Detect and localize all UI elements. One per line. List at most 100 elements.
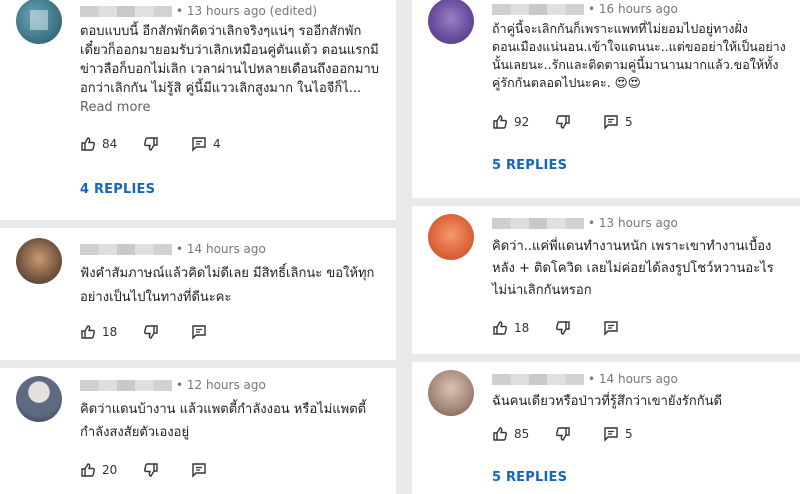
comment-meta: • 13 hours ago (edited) [80,4,317,18]
comment-body: ถ้าคู่นี้จะเลิกกันก็เพราะแพทที่ไม่ยอมไปอ… [492,21,786,90]
thumbs-down-icon [556,115,570,129]
thumbs-up-icon [81,137,96,151]
like-button[interactable]: 20 [80,462,117,478]
reply-button[interactable] [603,320,625,336]
comment-text: คิดว่า..แค่พี่แดนทำงานหนัก เพราะเขาทำงาน… [492,236,786,302]
view-replies-button[interactable]: 5 REPLIES [492,158,567,173]
comment-text: ตอบแบบนี้ อีกสักพักคิดว่าเลิกจริงๆแน่ๆ ร… [80,22,382,117]
avatar[interactable] [16,0,62,44]
dislike-button[interactable] [555,320,577,336]
divider [412,354,800,362]
like-count: 20 [102,463,118,477]
comment-meta: • 12 hours ago [80,378,266,392]
author-name-blurred[interactable] [492,374,584,385]
thumbs-down-icon [144,325,158,339]
dislike-button[interactable] [143,462,165,478]
reply-count: 5 [624,427,633,441]
avatar[interactable] [16,238,62,284]
comment-meta: • 14 hours ago [80,242,266,256]
comment: • 13 hours ago (edited) ตอบแบบนี้ อีกสัก… [0,0,396,220]
author-name-blurred[interactable] [492,218,584,229]
view-replies-button[interactable]: 5 REPLIES [492,470,567,485]
comment: • 13 hours ago คิดว่า..แค่พี่แดนทำงานหนั… [412,206,800,354]
thumbs-up-icon [493,427,508,441]
divider [412,198,800,206]
like-count: 18 [102,325,118,339]
author-name-blurred[interactable] [80,380,172,391]
like-button[interactable]: 84 [80,136,117,152]
comment-text: ฉันคนเดียวหรือป่าวที่รู้สึกว่าเขายังรักก… [492,392,786,411]
timestamp: • 13 hours ago (edited) [176,4,318,18]
comment-text: คิดว่าแดนบ้างาน แล้วแพตตี้กำลังงอน หรือไ… [80,398,382,444]
reply-button[interactable] [191,462,213,478]
timestamp: • 13 hours ago [588,216,678,230]
comments-column-left: • 13 hours ago (edited) ตอบแบบนี้ อีกสัก… [0,0,396,494]
like-count: 84 [102,137,118,151]
comment-meta: • 16 hours ago [492,2,678,16]
reply-count: 4 [212,137,221,151]
comment: • 14 hours ago ฉันคนเดียวหรือป่าวที่รู้ส… [412,362,800,494]
comment-icon [192,325,206,340]
avatar[interactable] [16,376,62,422]
thumbs-down-icon [556,427,570,441]
comment-actions: 84 4 [80,136,243,155]
like-button[interactable]: 92 [492,114,529,130]
like-button[interactable]: 18 [80,324,117,340]
avatar[interactable] [428,370,474,416]
reply-count: 5 [624,115,633,129]
view-replies-button[interactable]: 4 REPLIES [80,182,155,197]
thumbs-down-icon [556,321,570,335]
divider [0,360,396,368]
timestamp: • 16 hours ago [588,2,678,16]
comment-text: ถ้าคู่นี้จะเลิกกันก็เพราะแพทที่ไม่ยอมไปอ… [492,20,786,92]
dislike-button[interactable] [555,426,577,442]
comment-meta: • 13 hours ago [492,216,678,230]
timestamp: • 14 hours ago [588,372,678,386]
avatar[interactable] [428,214,474,260]
comment: • 12 hours ago คิดว่าแดนบ้างาน แล้วแพตตี… [0,368,396,494]
comment-text: ฟังคำสัมภาษณ์แล้วคิดไม่ดีเลย มีสิทธิ์เลิ… [80,262,382,310]
thumbs-up-icon [493,321,508,335]
comment: • 14 hours ago ฟังคำสัมภาษณ์แล้วคิดไม่ดี… [0,228,396,360]
dislike-button[interactable] [143,136,165,152]
comment-actions: 85 5 [492,426,655,445]
author-name-blurred[interactable] [492,4,584,15]
like-count: 18 [514,321,530,335]
comment-body: คิดว่า..แค่พี่แดนทำงานหนัก เพราะเขาทำงาน… [492,239,774,298]
comment-body: ตอบแบบนี้ อีกสักพักคิดว่าเลิกจริงๆแน่ๆ ร… [80,24,380,96]
timestamp: • 12 hours ago [176,378,266,392]
like-button[interactable]: 85 [492,426,529,442]
author-name-blurred[interactable] [80,6,172,17]
thumbs-up-icon [81,463,96,477]
timestamp: • 14 hours ago [176,242,266,256]
thumbs-down-icon [144,137,158,151]
comment-actions: 18 [80,324,235,343]
author-name-blurred[interactable] [80,244,172,255]
comment-icon [192,463,206,478]
thumbs-up-icon [493,115,508,129]
like-count: 92 [514,115,530,129]
comment-icon [192,137,206,152]
like-count: 85 [514,427,530,441]
comment-body: ฉันคนเดียวหรือป่าวที่รู้สึกว่าเขายังรักก… [492,394,722,409]
comment-icon [604,427,618,442]
comment-actions: 92 5 [492,114,655,133]
reply-button[interactable]: 4 [191,136,221,152]
reply-button[interactable]: 5 [603,426,633,442]
dislike-button[interactable] [143,324,165,340]
comment-body: ฟังคำสัมภาษณ์แล้วคิดไม่ดีเลย มีสิทธิ์เลิ… [80,266,375,305]
read-more-link[interactable]: Read more [80,100,150,115]
like-button[interactable]: 18 [492,320,529,336]
comment-icon [604,321,618,336]
divider [0,220,396,228]
dislike-button[interactable] [555,114,577,130]
comment-body: คิดว่าแดนบ้างาน แล้วแพตตี้กำลังงอน หรือไ… [80,402,367,440]
comment-actions: 20 [80,462,235,481]
reply-button[interactable]: 5 [603,114,633,130]
avatar[interactable] [428,0,474,44]
thumbs-down-icon [144,463,158,477]
thumbs-up-icon [81,325,96,339]
comment-meta: • 14 hours ago [492,372,678,386]
comment-actions: 18 [492,320,647,339]
reply-button[interactable] [191,324,213,340]
